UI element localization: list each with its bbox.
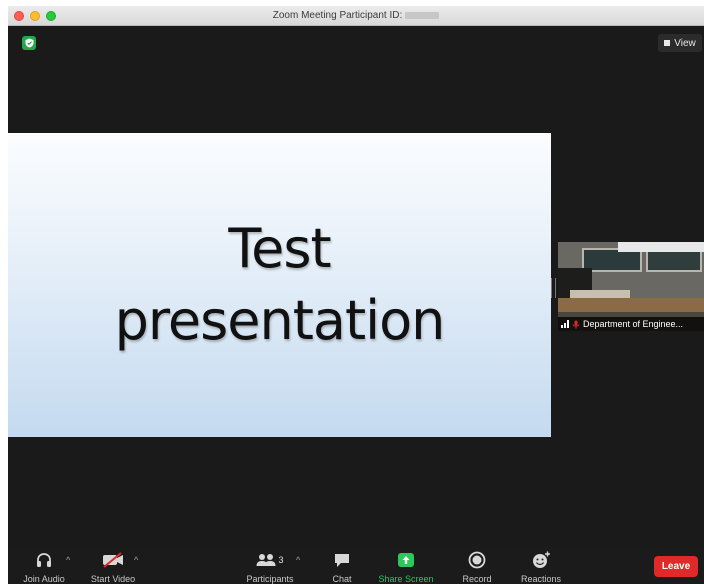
title-bar: Zoom Meeting Participant ID: bbox=[8, 6, 704, 26]
reactions-label: Reactions bbox=[520, 574, 562, 584]
share-screen-label: Share Screen bbox=[378, 574, 434, 584]
emoji-plus-icon bbox=[531, 550, 551, 570]
reactions-button[interactable]: Reactions bbox=[516, 550, 566, 584]
view-button[interactable]: View bbox=[658, 34, 702, 52]
join-audio-label: Join Audio bbox=[23, 574, 65, 584]
mic-muted-icon bbox=[572, 320, 580, 329]
leave-button[interactable]: Leave bbox=[654, 556, 698, 577]
audio-options-chevron-icon[interactable]: ^ bbox=[66, 555, 70, 565]
video-options-chevron-icon[interactable]: ^ bbox=[134, 555, 138, 565]
participants-label: Participants bbox=[246, 574, 294, 584]
video-off-icon bbox=[101, 550, 125, 570]
share-screen-button[interactable]: Share Screen bbox=[374, 550, 438, 584]
start-video-label: Start Video bbox=[90, 574, 136, 584]
redacted-meeting-id bbox=[405, 11, 440, 19]
meeting-toolbar: Join Audio ^ Start Video ^ 3 Participant… bbox=[8, 546, 704, 584]
record-label: Record bbox=[462, 574, 492, 584]
share-up-arrow-icon bbox=[397, 550, 415, 570]
signal-strength-icon bbox=[561, 320, 569, 328]
people-icon: 3 bbox=[256, 550, 284, 570]
zoom-window: Zoom Meeting Participant ID: View Test p… bbox=[8, 6, 704, 584]
shared-screen-slide: Test presentation bbox=[8, 133, 551, 437]
participant-video-thumbnail[interactable]: Department of Enginee... bbox=[558, 242, 704, 331]
participant-name: Department of Enginee... bbox=[583, 319, 684, 329]
window-title: Zoom Meeting Participant ID: bbox=[8, 10, 704, 21]
resize-handle[interactable] bbox=[551, 278, 556, 298]
view-icon bbox=[664, 40, 671, 46]
record-circle-icon bbox=[468, 550, 486, 570]
shield-icon[interactable] bbox=[22, 36, 36, 50]
participants-button[interactable]: 3 Participants bbox=[236, 550, 304, 584]
window-title-text: Zoom Meeting Participant ID: bbox=[272, 10, 403, 21]
chat-label: Chat bbox=[332, 574, 352, 584]
record-button[interactable]: Record bbox=[456, 550, 498, 584]
participants-count: 3 bbox=[278, 555, 284, 565]
view-label: View bbox=[674, 37, 696, 49]
chat-bubble-icon bbox=[333, 550, 351, 570]
slide-title-line1: Test bbox=[228, 217, 331, 280]
participant-label-bar: Department of Enginee... bbox=[558, 317, 704, 331]
join-audio-button[interactable]: Join Audio bbox=[16, 550, 72, 584]
headphones-icon bbox=[35, 550, 53, 570]
slide-title-line2: presentation bbox=[114, 289, 446, 352]
participants-options-chevron-icon[interactable]: ^ bbox=[296, 555, 300, 565]
video-feed-desk bbox=[558, 298, 704, 312]
video-feed-screen bbox=[618, 242, 704, 252]
chat-button[interactable]: Chat bbox=[324, 550, 360, 584]
